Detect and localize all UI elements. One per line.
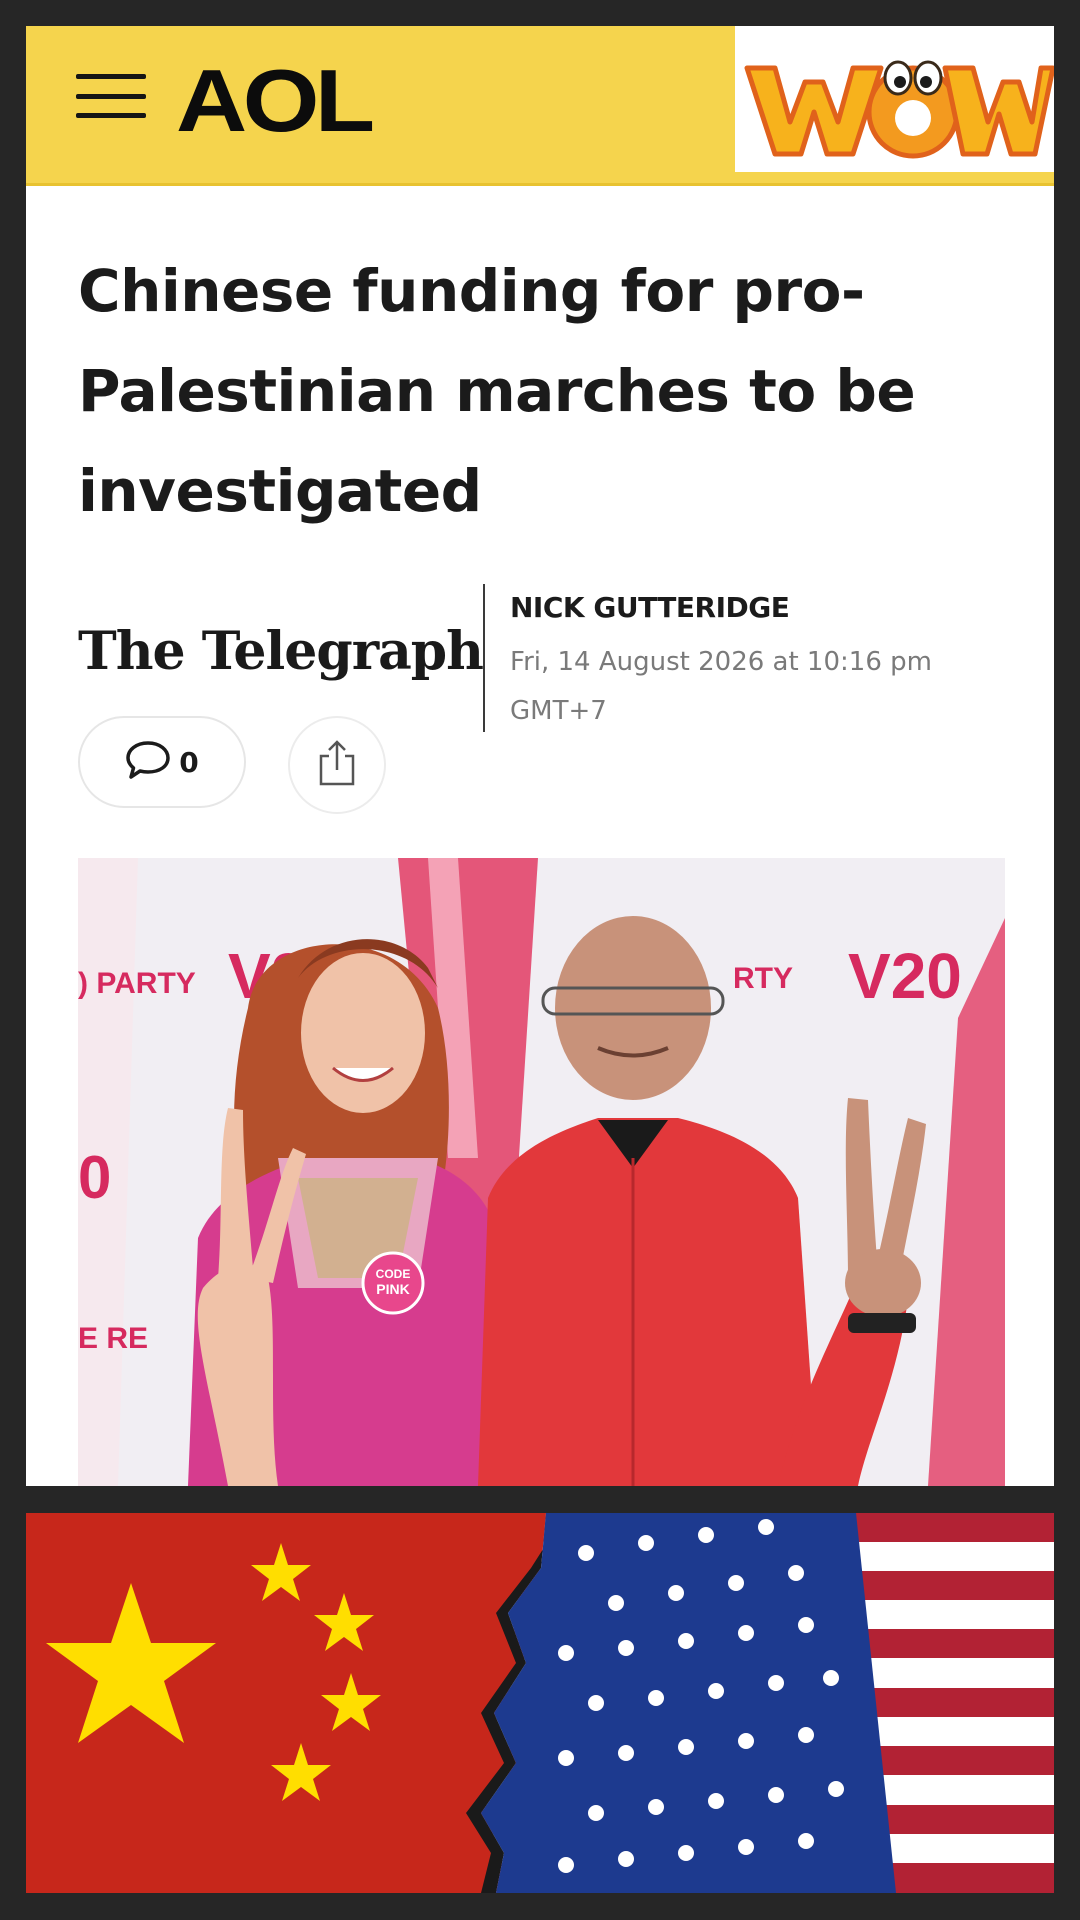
usa-flag <box>481 1513 1054 1893</box>
comment-bubble-icon <box>125 740 171 785</box>
comment-count: 0 <box>179 745 199 779</box>
headline-line: Chinese funding for pro- <box>78 257 865 325</box>
share-button[interactable] <box>288 716 386 814</box>
hamburger-menu-icon[interactable] <box>76 68 146 124</box>
publish-date-line: Fri, 14 August 2026 at 10:16 pm <box>510 647 932 677</box>
code-pink-badge-text: CODE <box>376 1267 411 1281</box>
backdrop-text: RTY <box>733 962 793 995</box>
app-header: AOL <box>26 26 1054 186</box>
publish-date: Fri, 14 August 2026 at 10:16 pm GMT+7 <box>510 638 970 736</box>
publish-timezone: GMT+7 <box>510 696 607 726</box>
backdrop-text: V20 <box>848 940 962 1012</box>
article-screen: AOL Chinese funding for pro- Palestinian… <box>26 26 1054 1486</box>
byline-divider <box>483 584 485 732</box>
backdrop-text: 0 <box>78 1144 111 1211</box>
china-usa-flag-banner <box>26 1513 1054 1893</box>
backdrop-text: ) PARTY <box>78 967 196 1000</box>
backdrop-text: E RE <box>78 1322 148 1355</box>
wow-watermark-logo <box>735 26 1054 172</box>
publisher-logo[interactable]: The Telegraph <box>78 621 484 682</box>
article-photo[interactable]: ) PARTY V2 RTY V20 0 E RE CODE <box>78 858 1005 1486</box>
headline-line: Palestinian marches to be <box>78 357 916 425</box>
code-pink-badge-text: PINK <box>376 1281 409 1297</box>
article-headline: Chinese funding for pro- Palestinian mar… <box>78 241 998 541</box>
aol-logo[interactable]: AOL <box>176 50 375 152</box>
headline-line: investigated <box>78 457 482 525</box>
comments-button[interactable]: 0 <box>78 716 246 808</box>
author-name[interactable]: NICK GUTTERIDGE <box>510 591 790 624</box>
share-upload-icon <box>315 738 359 793</box>
